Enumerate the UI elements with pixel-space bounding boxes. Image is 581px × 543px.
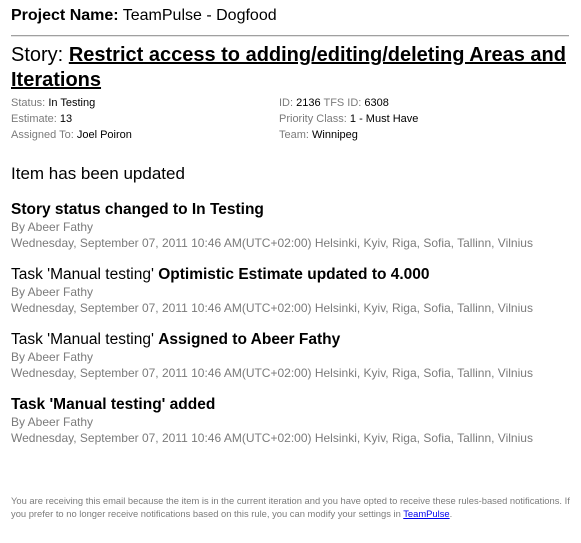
event-action: Optimistic Estimate updated to 4.000 bbox=[158, 266, 430, 283]
header-divider bbox=[11, 35, 569, 37]
assigned-to-label: Assigned To: bbox=[11, 129, 74, 141]
event-title: Task 'Manual testing' Optimistic Estimat… bbox=[11, 265, 533, 284]
assigned-to-field: Assigned To: Joel Poiron bbox=[11, 127, 132, 143]
footer-suffix: . bbox=[449, 508, 453, 519]
status-value: In Testing bbox=[48, 97, 96, 109]
id-value: 2136 bbox=[296, 97, 321, 109]
priority-class-label: Priority Class: bbox=[279, 113, 347, 125]
event-timestamp: Wednesday, September 07, 2011 10:46 AM(U… bbox=[11, 431, 533, 445]
tfs-id-label: TFS ID: bbox=[323, 97, 362, 109]
teampulse-link[interactable]: TeamPulse bbox=[403, 508, 449, 519]
event-item: Task 'Manual testing' Assigned to Abeer … bbox=[11, 330, 533, 381]
priority-class-value: 1 - Must Have bbox=[349, 113, 419, 125]
team-label: Team: bbox=[279, 129, 309, 141]
footer-text: You are receiving this email because the… bbox=[11, 495, 570, 519]
event-prefix: Task 'Manual testing' bbox=[11, 331, 159, 348]
footer-notice: You are receiving this email because the… bbox=[11, 494, 571, 520]
estimate-value: 13 bbox=[59, 113, 73, 125]
team-field: Team: Winnipeg bbox=[279, 127, 358, 143]
event-action: Story status changed to In Testing bbox=[11, 201, 264, 218]
estimate-field: Estimate: 13 bbox=[11, 111, 72, 127]
event-author: By Abeer Fathy bbox=[11, 285, 94, 299]
story-title-link[interactable]: Restrict access to adding/editing/deleti… bbox=[11, 44, 566, 91]
project-name-label: Project Name: bbox=[11, 7, 119, 24]
id-field: ID: 2136 TFS ID: 6308 bbox=[279, 95, 389, 111]
tfs-id-value: 6308 bbox=[364, 97, 389, 109]
project-name-value: TeamPulse - Dogfood bbox=[122, 7, 277, 24]
event-author: By Abeer Fathy bbox=[11, 350, 94, 364]
event-item: Task 'Manual testing' Optimistic Estimat… bbox=[11, 265, 533, 316]
event-timestamp: Wednesday, September 07, 2011 10:46 AM(U… bbox=[11, 236, 533, 250]
event-action: Assigned to Abeer Fathy bbox=[158, 331, 341, 348]
event-title: Task 'Manual testing' added bbox=[11, 395, 533, 414]
status-field: Status: In Testing bbox=[11, 95, 95, 111]
event-timestamp: Wednesday, September 07, 2011 10:46 AM(U… bbox=[11, 366, 533, 380]
team-value: Winnipeg bbox=[312, 129, 358, 141]
event-item: Task 'Manual testing' added By Abeer Fat… bbox=[11, 395, 533, 446]
project-name: Project Name: TeamPulse - Dogfood bbox=[11, 6, 277, 26]
event-author: By Abeer Fathy bbox=[11, 415, 94, 429]
assigned-to-value: Joel Poiron bbox=[76, 129, 132, 141]
event-prefix: Task 'Manual testing' bbox=[11, 266, 159, 283]
event-title: Story status changed to In Testing bbox=[11, 200, 533, 219]
estimate-label: Estimate: bbox=[11, 113, 57, 125]
event-timestamp: Wednesday, September 07, 2011 10:46 AM(U… bbox=[11, 301, 533, 315]
updated-heading: Item has been updated bbox=[11, 164, 185, 183]
story-heading: Story: Restrict access to adding/editing… bbox=[11, 43, 576, 93]
event-item: Story status changed to In Testing By Ab… bbox=[11, 200, 533, 251]
event-title: Task 'Manual testing' Assigned to Abeer … bbox=[11, 330, 533, 349]
id-label: ID: bbox=[279, 97, 294, 109]
status-label: Status: bbox=[11, 97, 46, 109]
story-label: Story: bbox=[11, 44, 64, 66]
event-author: By Abeer Fathy bbox=[11, 220, 94, 234]
priority-class-field: Priority Class: 1 - Must Have bbox=[279, 111, 418, 127]
event-action: Task 'Manual testing' added bbox=[11, 396, 216, 413]
